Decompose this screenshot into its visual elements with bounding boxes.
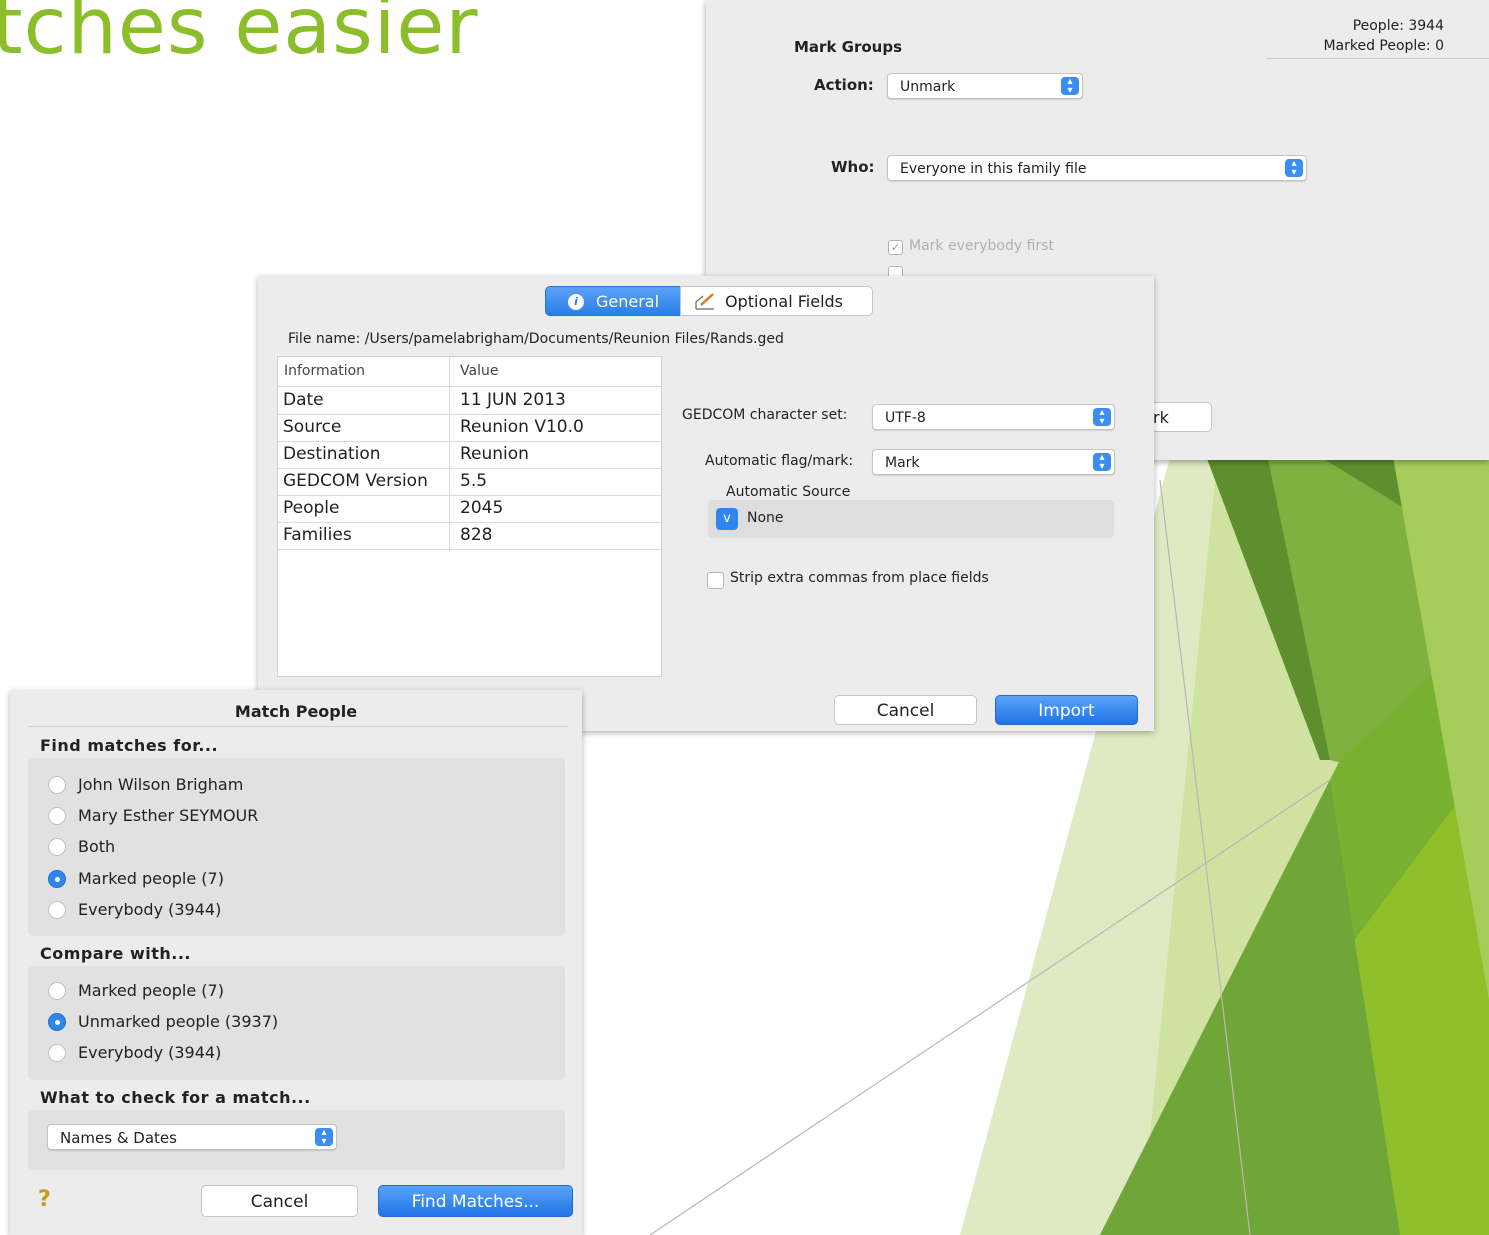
info-table: Information Value Date 11 JUN 2013 Sourc… <box>277 356 662 677</box>
strip-commas-checkbox[interactable] <box>707 572 724 589</box>
row-value: 2045 <box>460 498 504 518</box>
row-value: 828 <box>460 525 493 545</box>
flag-label: Automatic flag/mark: <box>705 453 854 469</box>
charset-label: GEDCOM character set: <box>682 407 848 423</box>
radio-label: Everybody (3944) <box>78 900 222 919</box>
table-row[interactable]: GEDCOM Version 5.5 <box>278 468 661 496</box>
find-matches-button[interactable]: Find Matches... <box>378 1185 573 1217</box>
help-icon[interactable]: ? <box>38 1187 51 1212</box>
charset-value: UTF-8 <box>885 410 926 426</box>
charset-popup[interactable]: UTF-8 ▴ ▾ <box>872 404 1115 430</box>
file-name: File name: /Users/pamelabrigham/Document… <box>288 331 784 347</box>
radio-button-selected[interactable] <box>48 870 66 888</box>
row-label: Source <box>283 417 342 437</box>
chevron-updown-icon: ▴ ▾ <box>1061 77 1079 96</box>
action-label: Action: <box>814 76 874 94</box>
radio-button[interactable] <box>48 901 66 919</box>
radio-label: Marked people (7) <box>78 981 224 1000</box>
table-row[interactable]: Destination Reunion <box>278 441 661 469</box>
radio-label: Unmarked people (3937) <box>78 1012 279 1031</box>
row-label: Destination <box>283 444 381 464</box>
auto-source-label: Automatic Source <box>726 484 851 500</box>
radio-button[interactable] <box>48 838 66 856</box>
title-separator <box>28 726 568 727</box>
who-popup[interactable]: Everyone in this family file ▴ ▾ <box>887 155 1307 181</box>
radio-button-selected[interactable] <box>48 1013 66 1031</box>
radio-label: Both <box>78 837 116 856</box>
chevron-updown-icon: ▴ ▾ <box>315 1128 333 1147</box>
radio-label: Mary Esther SEYMOUR <box>78 806 259 825</box>
compare-with-header: Compare with... <box>40 944 192 963</box>
people-count: People: 3944 <box>1352 18 1444 34</box>
row-value: 11 JUN 2013 <box>460 390 566 410</box>
tab-optional-fields[interactable]: Optional Fields <box>680 286 873 316</box>
row-label: Families <box>283 525 352 545</box>
radio-label: Everybody (3944) <box>78 1043 222 1062</box>
row-label: Date <box>283 390 324 410</box>
find-matches-header: Find matches for... <box>40 736 219 755</box>
tab-general[interactable]: i General <box>545 286 681 316</box>
cancel-button[interactable]: Cancel <box>834 695 977 725</box>
flag-popup[interactable]: Mark ▴ ▾ <box>872 449 1115 475</box>
strip-commas-label: Strip extra commas from place fields <box>730 570 989 586</box>
row-value: Reunion V10.0 <box>460 417 584 437</box>
radio-button[interactable] <box>48 776 66 794</box>
row-value: Reunion <box>460 444 529 464</box>
tab-general-label: General <box>596 292 660 311</box>
table-row[interactable]: Source Reunion V10.0 <box>278 414 661 442</box>
auto-source-box: v None <box>708 500 1114 538</box>
mark-button-label: rk <box>1153 408 1169 427</box>
what-to-check-header: What to check for a match... <box>40 1088 311 1107</box>
pen-icon <box>695 293 714 310</box>
action-value: Unmark <box>900 79 956 95</box>
check-popup[interactable]: Names & Dates ▴ ▾ <box>47 1124 337 1150</box>
who-label: Who: <box>831 158 875 176</box>
auto-source-value: None <box>747 510 784 526</box>
row-value: 5.5 <box>460 471 488 491</box>
table-row[interactable]: Date 11 JUN 2013 <box>278 387 661 415</box>
mark-groups-title: Mark Groups <box>794 38 903 56</box>
radio-button[interactable] <box>48 807 66 825</box>
mark-everybody-checkbox[interactable]: ✓ <box>888 240 903 255</box>
mark-everybody-label: Mark everybody first <box>909 238 1054 254</box>
chevron-updown-icon: ▴ ▾ <box>1093 408 1111 427</box>
table-row[interactable]: Families 828 <box>278 522 661 550</box>
header-information: Information <box>284 363 366 379</box>
table-header: Information Value <box>278 357 661 387</box>
radio-button[interactable] <box>48 982 66 1000</box>
cancel-button[interactable]: Cancel <box>201 1185 358 1217</box>
check-value: Names & Dates <box>60 1129 177 1147</box>
tab-optional-label: Optional Fields <box>725 292 843 311</box>
row-label: People <box>283 498 340 518</box>
separator <box>1266 58 1489 59</box>
radio-label: John Wilson Brigham <box>78 775 244 794</box>
people-counts: People: 3944 Marked People: 0 <box>1323 16 1444 56</box>
chevron-updown-icon: ▴ ▾ <box>1285 159 1303 178</box>
action-popup[interactable]: Unmark ▴ ▾ <box>887 73 1083 99</box>
table-row[interactable]: People 2045 <box>278 495 661 523</box>
slide-title: tches easier <box>0 0 479 72</box>
radio-label: Marked people (7) <box>78 869 224 888</box>
chevron-updown-icon: ▴ ▾ <box>1093 453 1111 472</box>
import-window: i General Optional Fields File name: /Us… <box>258 276 1154 731</box>
radio-button[interactable] <box>48 1044 66 1062</box>
match-people-window: Match People Find matches for... John Wi… <box>10 690 582 1235</box>
import-button[interactable]: Import <box>995 695 1138 725</box>
header-value: Value <box>460 363 499 379</box>
match-people-title: Match People <box>234 702 358 721</box>
marked-people-count: Marked People: 0 <box>1323 38 1444 54</box>
who-value: Everyone in this family file <box>900 161 1087 177</box>
flag-value: Mark <box>885 455 920 471</box>
row-label: GEDCOM Version <box>283 471 428 491</box>
info-icon: i <box>568 294 584 310</box>
source-toggle-button[interactable]: v <box>716 508 738 530</box>
